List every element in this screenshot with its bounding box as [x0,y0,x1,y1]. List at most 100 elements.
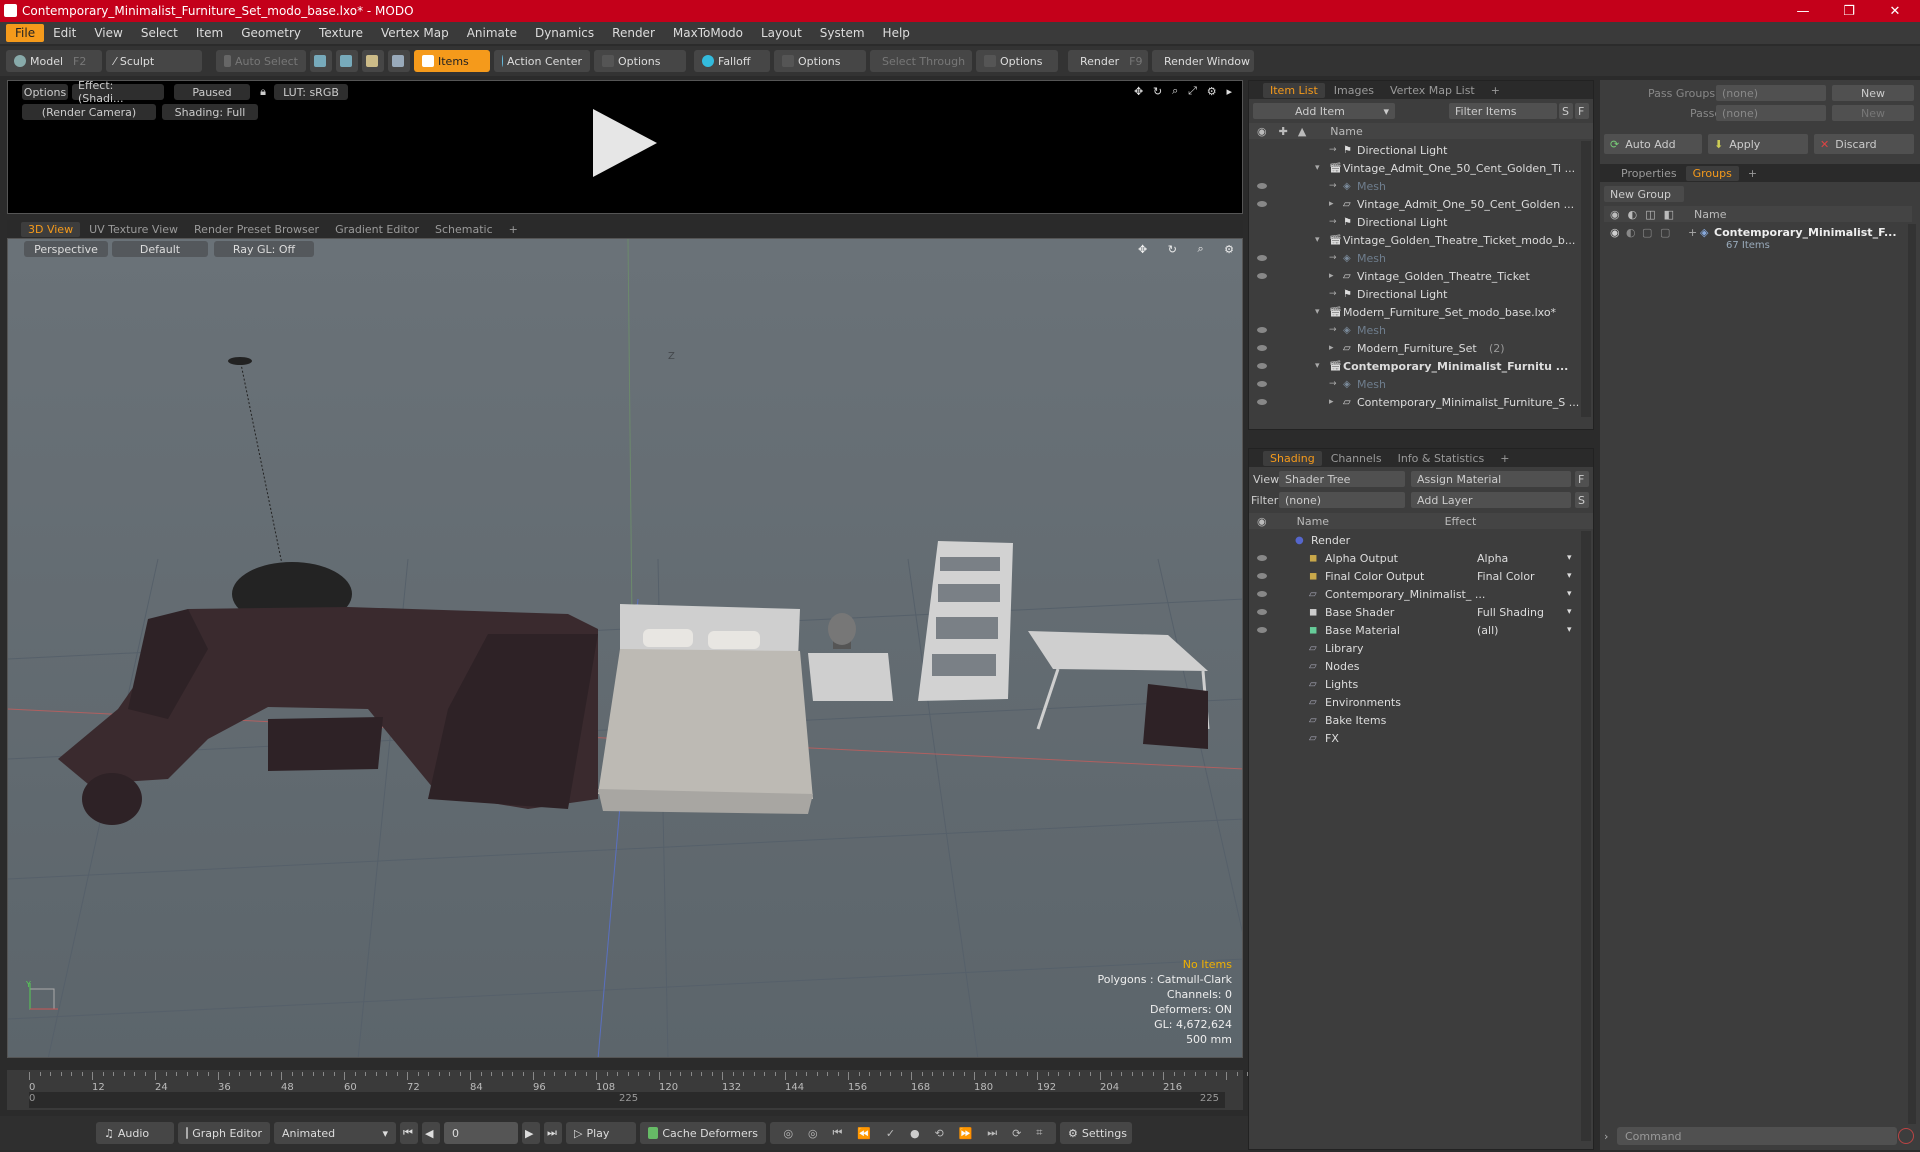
visibility-eye-icon[interactable] [1257,609,1267,615]
visibility-eye-icon[interactable] [1257,591,1267,597]
menu-file[interactable]: File [6,24,45,42]
gear-icon[interactable]: ⚙ [1207,85,1217,98]
name-column-header[interactable]: Name [1694,208,1726,221]
item-list-row[interactable]: ▸ ▱ Contemporary_Minimalist_Furniture_S ..… [1249,393,1581,411]
menu-layout[interactable]: Layout [752,24,811,42]
shader-effect-value[interactable]: Full Shading [1477,606,1544,619]
expand-arrow-icon[interactable]: ▾ [1315,361,1320,371]
menu-maxtomodo[interactable]: MaxToModo [664,24,752,42]
options-button-3[interactable]: Options [976,50,1058,72]
chevron-down-icon[interactable]: ▾ [1567,571,1572,581]
tab-3d-view[interactable]: 3D View [21,221,81,237]
add-tab-button[interactable]: + [1741,166,1764,181]
type-column-icon[interactable]: ▲ [1298,125,1306,138]
name-column-header[interactable]: Name [1297,515,1445,528]
eye-icon[interactable]: ◉ [1610,226,1620,239]
render-column-icon[interactable]: ◐ [1628,208,1638,221]
item-list-row[interactable]: ▸ ▱ Modern_Furniture_Set (2) [1249,339,1581,357]
item-list-row[interactable]: → ⚑ Directional Light [1249,141,1581,159]
close-button[interactable]: ✕ [1872,0,1918,22]
name-column-header[interactable]: Name [1330,125,1362,138]
3d-viewport[interactable]: Perspective Default Ray GL: Off ✥↻⌕⚙ [7,238,1243,1058]
item-list-row[interactable]: → ◈ Mesh [1249,177,1581,195]
prev-key-button[interactable]: ◀ [422,1122,440,1144]
tab-gradient-editor[interactable]: Gradient Editor [328,222,426,237]
shader-tree-row[interactable]: ▱ Environments [1249,693,1581,711]
maximize-button[interactable]: ❐ [1826,0,1872,22]
visibility-eye-icon[interactable] [1257,345,1267,351]
visibility-eye-icon[interactable] [1257,291,1267,297]
preview-shading-dropdown[interactable]: Shading: Full [162,104,258,120]
snap-icon[interactable]: ⌗ [1036,1126,1042,1140]
add-tab-button[interactable]: + [502,222,525,237]
new-pass-button[interactable]: New [1832,105,1914,121]
item-list-row[interactable]: → ◈ Mesh [1249,375,1581,393]
tab-groups[interactable]: Groups [1685,165,1739,181]
chevron-down-icon[interactable]: ▾ [1567,553,1572,563]
item-list-row[interactable]: ▾ 🎬︎ Vintage_Golden_Theatre_Ticket_modo_b.… [1249,231,1581,249]
visibility-eye-icon[interactable] [1257,219,1267,225]
play-icon[interactable] [593,109,657,177]
prev-keyframe-icon[interactable]: ⏮ [832,1126,842,1140]
eye-icon[interactable]: ◉ [1610,208,1620,221]
filter-dropdown[interactable]: (none) [1279,492,1405,508]
chevron-down-icon[interactable]: ▾ [1567,589,1572,599]
shader-tree-row[interactable]: ◼ Alpha Output Alpha ▾ [1249,549,1581,567]
render-preview[interactable]: Options Effect: (Shadi... Paused 🔒︎ LUT:… [7,79,1243,214]
new-group-button[interactable]: New Group [1604,186,1684,202]
preview-lut-dropdown[interactable]: LUT: sRGB [274,84,348,100]
add-tab-button[interactable]: + [1493,451,1516,466]
menu-select[interactable]: Select [132,24,187,42]
shader-tree-row[interactable]: ▱ Lights [1249,675,1581,693]
effect-column-header[interactable]: Effect [1445,515,1477,528]
cache-deformers-button[interactable]: Cache Deformers [640,1122,766,1144]
shader-tree-row[interactable]: ▱ FX [1249,729,1581,747]
visibility-eye-icon[interactable] [1257,627,1267,633]
select-column-icon[interactable]: ◧ [1664,208,1674,221]
lock-icon[interactable]: 🔒︎ [256,84,270,100]
item-list-row[interactable]: ▸ ▱ Vintage_Admit_One_50_Cent_Golden ... [1249,195,1581,213]
visibility-eye-icon[interactable] [1257,573,1267,579]
rewind-icon[interactable]: ⏪ [857,1127,871,1140]
visibility-eye-icon[interactable] [1257,309,1267,315]
settings-button[interactable]: ⚙ Settings [1060,1122,1132,1144]
menu-help[interactable]: Help [874,24,919,42]
passes-dropdown[interactable]: (none) [1716,105,1826,121]
menu-system[interactable]: System [811,24,874,42]
item-list-row[interactable]: ▾ 🎬︎ Contemporary_Minimalist_Furnitu ... [1249,357,1581,375]
next-key-button[interactable]: ▶ [522,1122,540,1144]
shader-tree-row[interactable]: ▱ Contemporary_Minimalist_ ... ▾ [1249,585,1581,603]
shader-tree-row[interactable]: ▱ Library [1249,639,1581,657]
tab-uv-texture-view[interactable]: UV Texture View [82,222,185,237]
preview-camera-dropdown[interactable]: (Render Camera) [22,104,156,120]
tab-properties[interactable]: Properties [1614,166,1684,181]
eye-icon[interactable]: ◉ [1257,125,1267,138]
s-button[interactable]: S [1559,103,1573,119]
expand-arrow-icon[interactable]: ▸ [1329,199,1334,209]
expand-arrow-icon[interactable]: ▾ [1315,307,1320,317]
polygons-mode-button[interactable] [362,50,384,72]
render-button[interactable]: Render F9 [1068,50,1148,72]
view-dropdown[interactable]: Shader Tree [1279,471,1405,487]
shader-tree-row[interactable]: ● Render [1249,531,1581,549]
menu-edit[interactable]: Edit [44,24,85,42]
fit-icon[interactable]: ⤢ [1188,84,1197,98]
render-window-button[interactable]: Render Window [1152,50,1254,72]
tab-channels[interactable]: Channels [1324,451,1389,466]
last-frame-button[interactable]: ⏭ [544,1122,562,1144]
visibility-eye-icon[interactable] [1257,147,1267,153]
shader-effect-value[interactable]: (all) [1477,624,1498,637]
model-button[interactable]: Model F2 [6,50,102,72]
edges-mode-button[interactable] [336,50,358,72]
visibility-eye-icon[interactable] [1257,237,1267,243]
move-icon[interactable]: ✥ [1134,85,1143,98]
tab-images[interactable]: Images [1327,83,1381,98]
shader-tree-row[interactable]: ◼ Base Shader Full Shading ▾ [1249,603,1581,621]
filter-items-input[interactable]: Filter Items [1449,103,1557,119]
record-macro-icon[interactable] [1898,1128,1914,1144]
record-icon[interactable]: ● [910,1127,920,1140]
visibility-eye-icon[interactable] [1257,399,1267,405]
item-list-row[interactable]: → ⚑ Directional Light [1249,285,1581,303]
item-list-scrollbar[interactable] [1581,141,1591,417]
expand-arrow-icon[interactable]: ▾ [1315,235,1320,245]
